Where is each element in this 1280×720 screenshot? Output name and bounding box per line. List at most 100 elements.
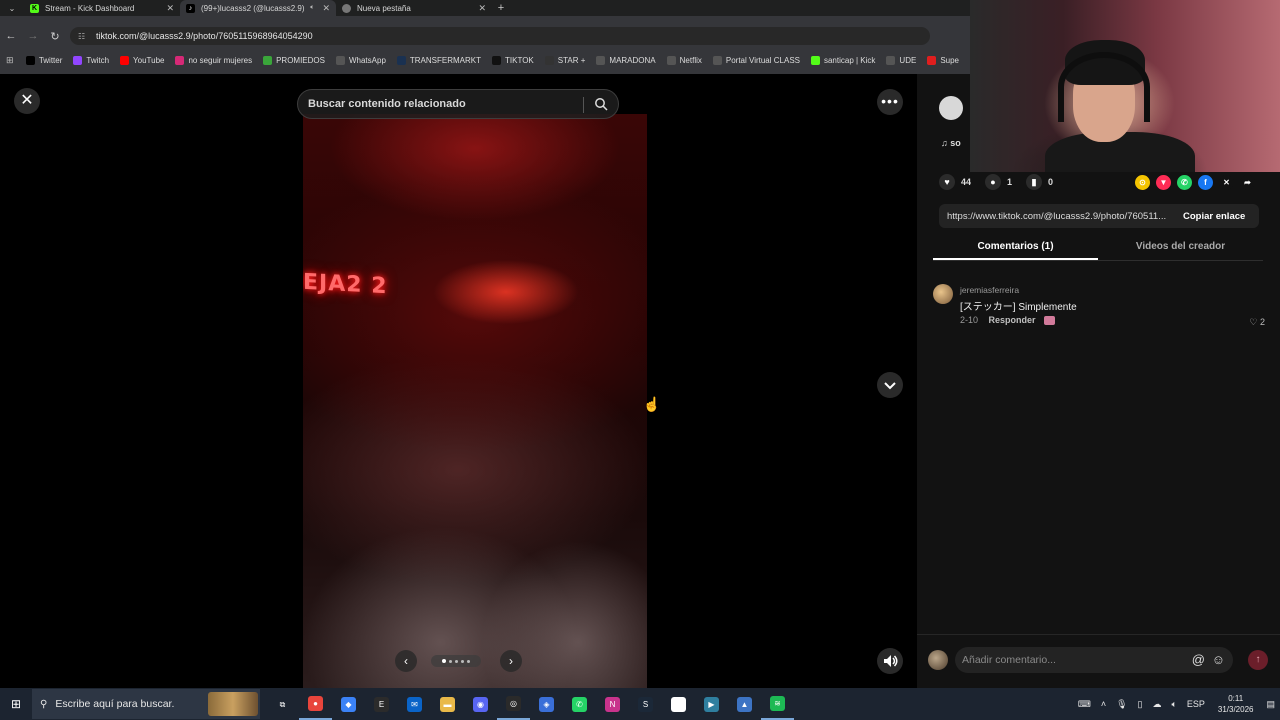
chrome-icon[interactable]: ● xyxy=(299,688,332,720)
forward-arrow-icon[interactable]: → xyxy=(22,30,44,42)
carousel-dot[interactable] xyxy=(455,659,458,663)
obs-icon[interactable]: ◎ xyxy=(497,688,530,720)
bookmark-item[interactable]: no seguir mujeres xyxy=(175,55,253,65)
capcut-icon[interactable]: ▣ xyxy=(662,688,695,720)
epic-games-icon[interactable]: E xyxy=(365,688,398,720)
related-search-input[interactable]: Buscar contenido relacionado xyxy=(297,89,619,119)
whatsapp-icon[interactable]: ✆ xyxy=(1177,175,1192,190)
bookmark-item[interactable]: MARADONA xyxy=(596,55,656,65)
back-arrow-icon[interactable]: ← xyxy=(0,30,22,42)
file-explorer-icon[interactable]: ▬ xyxy=(431,688,464,720)
bookmark-item[interactable]: STAR + xyxy=(544,55,585,65)
comment-input[interactable]: Añadir comentario... @ ☺ xyxy=(955,647,1233,673)
post-link-text[interactable]: https://www.tiktok.com/@lucasss2.9/photo… xyxy=(939,211,1175,222)
language-indicator[interactable]: ESP xyxy=(1187,699,1205,709)
bookmark-item[interactable]: santicap | Kick xyxy=(810,55,875,65)
tab-search-icon[interactable]: ⌄ xyxy=(0,0,24,16)
close-tab-icon[interactable]: ✕ xyxy=(478,3,486,14)
bookmark-item[interactable]: Netflix xyxy=(666,55,702,65)
emoji-icon[interactable]: ☺ xyxy=(1212,647,1225,673)
bookmark-item[interactable]: Twitch xyxy=(73,55,109,65)
chevron-down-icon xyxy=(884,382,896,390)
whatsapp-icon[interactable]: ✆ xyxy=(563,688,596,720)
chevron-left-icon[interactable]: ‹ xyxy=(395,650,417,672)
app-glyph: ▬ xyxy=(440,696,455,712)
tab-comments[interactable]: Comentarios (1) xyxy=(933,234,1098,260)
tab-title: Stream - Kick Dashboard xyxy=(45,3,135,13)
search-icon[interactable] xyxy=(594,97,608,111)
new-tab-button[interactable]: + xyxy=(492,2,510,14)
share-arrow-icon[interactable]: ➦ xyxy=(1240,175,1255,190)
bookmark-item[interactable]: TRANSFERMARKT xyxy=(396,55,481,65)
network-icon[interactable]: ☁ xyxy=(1152,699,1161,710)
spotify-icon[interactable]: ≋ xyxy=(761,688,794,720)
reply-button[interactable]: Responder xyxy=(989,315,1036,325)
x-icon[interactable]: ✕ xyxy=(1219,175,1234,190)
task-view-icon[interactable]: ⧉ xyxy=(266,688,299,720)
malwarebytes-icon[interactable]: ▲ xyxy=(728,688,761,720)
creator-avatar[interactable] xyxy=(939,96,963,120)
clock[interactable]: 0:11 31/3/2026 xyxy=(1218,693,1254,715)
discord-icon[interactable]: ◉ xyxy=(464,688,497,720)
like-button[interactable]: ♥ 44 xyxy=(939,174,971,190)
chevron-right-icon[interactable]: › xyxy=(500,650,522,672)
taskbar-search-input[interactable]: ⚲ Escribe aquí para buscar. xyxy=(32,689,260,719)
tab-kick-dashboard[interactable]: K Stream - Kick Dashboard ✕ xyxy=(24,0,180,16)
music-label[interactable]: ♫ so xyxy=(941,138,961,148)
chevron-up-icon[interactable]: ˄ xyxy=(1101,699,1106,709)
mail-icon[interactable]: ✉ xyxy=(398,688,431,720)
comment-button[interactable]: ● 1 xyxy=(985,174,1012,190)
tab-tiktok[interactable]: ♪ (99+)lucasss2 (@lucasss2.9) 🔈︎ ✕ xyxy=(180,0,336,16)
bookmark-item[interactable]: Portal Virtual CLASS xyxy=(712,55,800,65)
mention-icon[interactable]: @ xyxy=(1192,647,1205,673)
app2-icon[interactable]: ▶ xyxy=(695,688,728,720)
carousel-dot[interactable] xyxy=(442,659,446,663)
app-icon[interactable]: ◈ xyxy=(530,688,563,720)
commenter-username[interactable]: jeremiasferreira xyxy=(960,285,1019,295)
close-tab-icon[interactable]: ✕ xyxy=(166,3,174,14)
bookmark-label: no seguir mujeres xyxy=(188,55,253,65)
speaker-icon[interactable]: 🔈︎ xyxy=(310,4,314,12)
send-comment-button[interactable]: ↑ xyxy=(1248,650,1268,670)
bookmark-item[interactable]: TIKTOK xyxy=(492,55,534,65)
tab-new-tab[interactable]: Nueva pestaña ✕ xyxy=(336,0,492,16)
embed-icon[interactable]: ⊙ xyxy=(1135,175,1150,190)
volume-icon[interactable]: 🔈︎ xyxy=(1171,699,1176,710)
bookmark-item[interactable]: Twitter xyxy=(25,55,62,65)
battery-icon[interactable]: ▯ xyxy=(1138,699,1143,710)
next-post-button[interactable] xyxy=(877,372,903,398)
bookmark-item[interactable]: Supe xyxy=(927,55,959,65)
carousel-dot[interactable] xyxy=(461,659,464,663)
facebook-icon[interactable]: f xyxy=(1198,175,1213,190)
close-icon[interactable]: ✕ xyxy=(14,88,40,114)
volume-button[interactable] xyxy=(877,648,903,674)
more-options-icon[interactable]: ••• xyxy=(877,89,903,115)
keyboard-icon[interactable]: ⌨ xyxy=(1078,699,1091,710)
copy-link-button[interactable]: Copiar enlace xyxy=(1183,211,1245,222)
transfermarkt-icon xyxy=(396,55,406,65)
bookmark-item[interactable]: PROMIEDOS xyxy=(263,55,325,65)
url-field[interactable]: ☷ tiktok.com/@lucasss2.9/photo/760511596… xyxy=(70,27,930,45)
post-photo[interactable]: EJA2 2 xyxy=(303,114,647,688)
carousel-dot[interactable] xyxy=(449,659,452,663)
tab-creator-videos[interactable]: Videos del creador xyxy=(1098,234,1263,260)
close-tab-icon[interactable]: ✕ xyxy=(322,3,330,14)
bookmark-item[interactable]: YouTube xyxy=(120,55,164,65)
copilot-icon[interactable]: ◆ xyxy=(332,688,365,720)
reload-icon[interactable]: ↻ xyxy=(44,30,66,43)
save-button[interactable]: ▮ 0 xyxy=(1026,174,1053,190)
bookmark-item[interactable]: WhatsApp xyxy=(335,55,386,65)
bookmark-item[interactable]: UDE xyxy=(886,55,916,65)
notifications-icon[interactable]: ▤ xyxy=(1266,699,1275,710)
steam-icon[interactable]: S xyxy=(629,688,662,720)
microphone-icon[interactable]: 🎙︎ xyxy=(1116,699,1127,710)
comment-like-button[interactable]: ♡ 2 xyxy=(1249,317,1265,328)
send-icon[interactable]: ▼ xyxy=(1156,175,1171,190)
commenter-avatar[interactable] xyxy=(933,284,953,304)
onenote-icon[interactable]: N xyxy=(596,688,629,720)
carousel-dot[interactable] xyxy=(467,659,470,663)
apps-grid-icon[interactable]: ⊞ xyxy=(6,55,26,66)
site-info-icon[interactable]: ☷ xyxy=(78,32,90,41)
app-glyph: ✆ xyxy=(572,696,587,712)
windows-start-icon[interactable]: ⊞ xyxy=(0,697,32,711)
